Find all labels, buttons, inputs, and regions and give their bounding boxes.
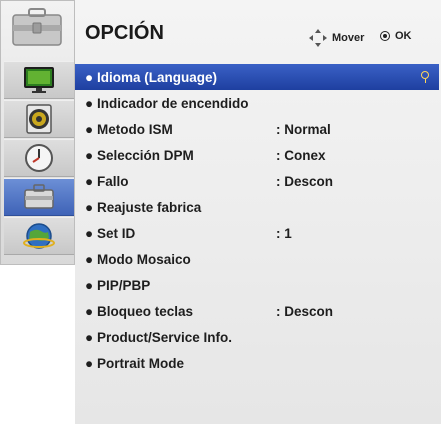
bullet-icon: ● <box>85 303 94 319</box>
option-menu-panel: OPCIÓN Mover OK ● Idioma (Language) ● In… <box>75 0 441 424</box>
ok-hint: OK <box>380 30 412 42</box>
menu-item-product-service-info[interactable]: ● Product/Service Info. <box>75 324 441 350</box>
menu-item-language[interactable]: ● Idioma (Language) <box>75 64 439 90</box>
bullet-icon: ● <box>85 355 94 371</box>
bullet-icon: ● <box>85 329 94 345</box>
menu-item-label: Portrait Mode <box>97 355 185 371</box>
monitor-icon <box>24 67 54 93</box>
menu-item-power-indicator[interactable]: ● Indicador de encendido <box>75 90 441 116</box>
menu-item-fail-over[interactable]: ● Fallo : Descon <box>75 168 441 194</box>
ok-button-icon <box>380 31 390 41</box>
sidebar-item-network[interactable] <box>4 217 74 255</box>
menu-item-tile-mode[interactable]: ● Modo Mosaico <box>75 246 441 272</box>
toolbox-icon <box>24 184 54 209</box>
menu-item-label: Fallo <box>97 173 129 189</box>
ok-hint-label: OK <box>395 30 412 42</box>
menu-item-label: Selección DPM <box>97 147 194 163</box>
menu-item-label: Idioma (Language) <box>97 69 218 85</box>
menu-item-set-id[interactable]: ● Set ID : 1 <box>75 220 441 246</box>
bullet-icon: ● <box>85 251 94 267</box>
menu-item-label: Set ID <box>97 225 136 241</box>
bullet-icon: ● <box>85 147 94 163</box>
menu-item-value: : Conex <box>276 147 326 163</box>
toolbox-header-icon <box>12 8 62 46</box>
menu-item-label: Modo Mosaico <box>97 251 191 267</box>
selection-indicator-icon <box>421 71 429 83</box>
sidebar-item-time[interactable] <box>4 139 74 177</box>
menu-item-label: Bloqueo teclas <box>97 303 194 319</box>
bullet-icon: ● <box>85 121 94 137</box>
menu-item-portrait-mode[interactable]: ● Portrait Mode <box>75 350 441 376</box>
menu-item-pip-pbp[interactable]: ● PIP/PBP <box>75 272 441 298</box>
speaker-icon <box>26 104 52 134</box>
menu-item-label: Metodo ISM <box>97 121 173 137</box>
menu-item-label: Product/Service Info. <box>97 329 233 345</box>
menu-list: ● Idioma (Language) ● Indicador de encen… <box>75 64 441 376</box>
menu-item-value: : 1 <box>276 225 292 241</box>
move-hint: Mover <box>308 28 364 48</box>
menu-item-ism-method[interactable]: ● Metodo ISM : Normal <box>75 116 441 142</box>
menu-item-factory-reset[interactable]: ● Reajuste fabrica <box>75 194 441 220</box>
bullet-icon: ● <box>85 69 94 85</box>
menu-item-key-lock[interactable]: ● Bloqueo teclas : Descon <box>75 298 441 324</box>
bullet-icon: ● <box>85 277 94 293</box>
bullet-icon: ● <box>85 95 94 111</box>
menu-item-value: : Normal <box>276 121 331 137</box>
bullet-icon: ● <box>85 225 94 241</box>
category-sidebar <box>0 0 75 265</box>
network-globe-icon <box>23 223 55 249</box>
bullet-icon: ● <box>85 173 94 189</box>
bullet-icon: ● <box>85 199 94 215</box>
menu-item-value: : Descon <box>276 173 334 189</box>
menu-item-value: : Descon <box>276 303 334 319</box>
menu-item-dpm-select[interactable]: ● Selección DPM : Conex <box>75 142 441 168</box>
sidebar-item-audio[interactable] <box>4 100 74 138</box>
move-hint-label: Mover <box>332 32 365 44</box>
move-arrows-icon <box>309 29 327 47</box>
clock-icon <box>25 144 53 172</box>
menu-item-label: Indicador de encendido <box>97 95 249 111</box>
menu-item-label: Reajuste fabrica <box>97 199 202 215</box>
sidebar-item-option[interactable] <box>4 178 74 216</box>
sidebar-item-picture[interactable] <box>4 61 74 99</box>
menu-item-label: PIP/PBP <box>97 277 151 293</box>
menu-title: OPCIÓN <box>85 22 164 44</box>
